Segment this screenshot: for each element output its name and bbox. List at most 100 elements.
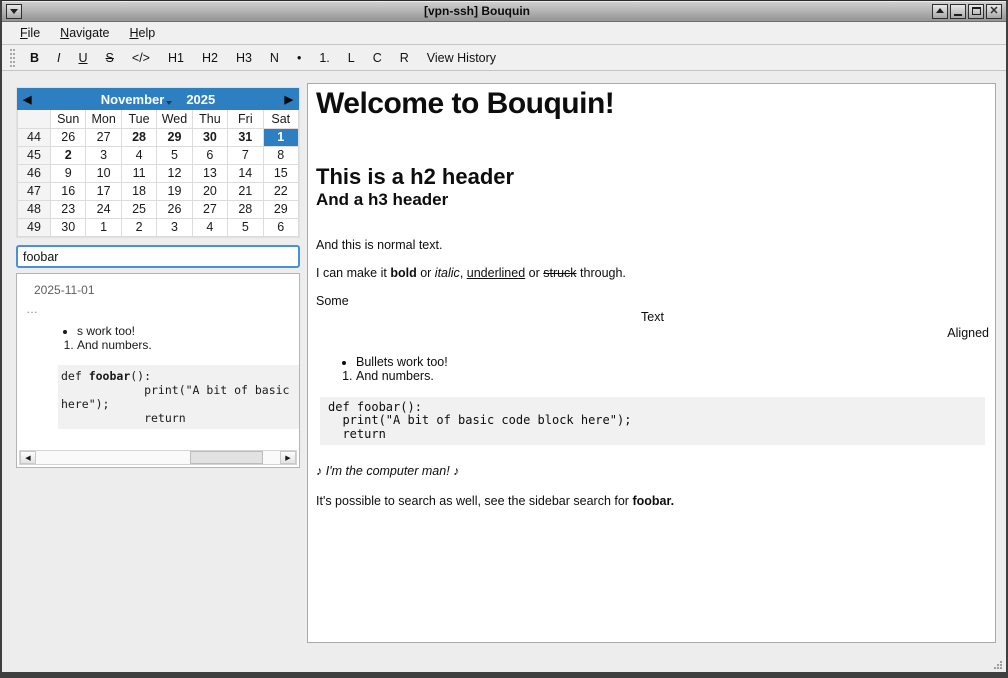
doc-numbered-list: And numbers. <box>316 369 989 384</box>
menu-help-label: elp <box>139 26 156 40</box>
day-cell[interactable]: 22 <box>263 182 298 200</box>
h2-button[interactable]: H2 <box>193 47 227 69</box>
week-number: 44 <box>18 128 51 146</box>
day-cell[interactable]: 26 <box>157 200 192 218</box>
maximize-button[interactable] <box>968 4 984 19</box>
day-cell[interactable]: 12 <box>157 164 192 182</box>
day-cell[interactable]: 29 <box>263 200 298 218</box>
toolbar-drag-handle[interactable] <box>10 49 15 67</box>
day-cell[interactable]: 5 <box>228 218 263 236</box>
search-results-panel[interactable]: 2025-11-01 … s work too! And numbers. de… <box>16 273 300 468</box>
calendar-month[interactable]: November <box>101 92 165 107</box>
day-cell[interactable]: 8 <box>263 146 298 164</box>
h3-button[interactable]: H3 <box>227 47 261 69</box>
day-cell[interactable]: 20 <box>192 182 227 200</box>
day-cell[interactable]: 6 <box>263 218 298 236</box>
menu-file-label: ile <box>28 26 41 40</box>
menu-help[interactable]: Help <box>120 22 166 44</box>
scroll-right-button[interactable]: ▶ <box>280 451 296 464</box>
day-cell[interactable]: 7 <box>228 146 263 164</box>
day-cell[interactable]: 18 <box>121 182 156 200</box>
day-cell[interactable]: 9 <box>51 164 86 182</box>
scroll-left-button[interactable]: ◀ <box>20 451 36 464</box>
calendar-widget: ◀ November2025 ▶ Sun Mon Tue Wed Thu Fri… <box>16 87 300 238</box>
result-date-link[interactable]: 2025-11-01 <box>34 283 299 297</box>
day-cell[interactable]: 30 <box>51 218 86 236</box>
italic-button[interactable]: I <box>48 47 69 69</box>
bold-button[interactable]: B <box>21 47 48 69</box>
shade-button[interactable] <box>932 4 948 19</box>
day-cell[interactable]: 15 <box>263 164 298 182</box>
normal-text-button[interactable]: N <box>261 47 288 69</box>
align-right-button[interactable]: R <box>391 47 418 69</box>
day-cell[interactable]: 1 <box>86 218 121 236</box>
day-cell[interactable]: 4 <box>121 146 156 164</box>
day-cell[interactable]: 4 <box>192 218 227 236</box>
code-button[interactable]: </> <box>123 47 159 69</box>
align-center-button[interactable]: C <box>364 47 391 69</box>
editor-area[interactable]: Welcome to Bouquin! This is a h2 header … <box>307 83 996 643</box>
window-title: [vpn-ssh] Bouquin <box>23 4 931 18</box>
bullet-list-button[interactable]: • <box>288 47 310 69</box>
view-history-button[interactable]: View History <box>418 47 505 69</box>
scrollbar-thumb[interactable] <box>190 451 263 464</box>
calendar-week-row: 48 23 24 25 26 27 28 29 <box>18 200 299 218</box>
scrollbar-track[interactable] <box>36 451 280 464</box>
italic-sample: italic <box>435 266 460 280</box>
calendar-title[interactable]: November 2025 <box>45 92 271 107</box>
day-cell[interactable]: 28 <box>228 200 263 218</box>
day-cell[interactable]: 23 <box>51 200 86 218</box>
menu-file[interactable]: File <box>10 22 50 44</box>
close-button[interactable]: ✕ <box>986 4 1002 19</box>
day-cell[interactable]: 25 <box>121 200 156 218</box>
doc-right-aligned: Aligned <box>316 326 989 341</box>
day-cell[interactable]: 21 <box>228 182 263 200</box>
numbered-list-button[interactable]: 1. <box>310 47 338 69</box>
horizontal-scrollbar[interactable]: ◀ ▶ <box>19 450 297 465</box>
day-cell-selected[interactable]: 1 <box>263 128 298 146</box>
menu-navigate[interactable]: Navigate <box>50 22 119 44</box>
doc-numbered-item: And numbers. <box>356 369 989 384</box>
week-number: 49 <box>18 218 51 236</box>
day-cell[interactable]: 2 <box>121 218 156 236</box>
day-cell[interactable]: 3 <box>86 146 121 164</box>
search-input[interactable] <box>16 245 300 268</box>
day-cell[interactable]: 6 <box>192 146 227 164</box>
day-cell[interactable]: 27 <box>86 128 121 146</box>
day-cell[interactable]: 24 <box>86 200 121 218</box>
month-dropdown-caret-icon <box>166 101 172 105</box>
doc-code-line: return <box>328 428 977 442</box>
day-cell[interactable]: 19 <box>157 182 192 200</box>
day-cell[interactable]: 27 <box>192 200 227 218</box>
doc-song-line: ♪ I'm the computer man! ♪ <box>316 464 989 479</box>
calendar-day-header-row: Sun Mon Tue Wed Thu Fri Sat <box>18 110 299 128</box>
calendar-year[interactable]: 2025 <box>186 92 215 107</box>
h1-button[interactable]: H1 <box>159 47 193 69</box>
day-cell[interactable]: 30 <box>192 128 227 146</box>
week-column-header <box>18 110 51 128</box>
day-cell[interactable]: 28 <box>121 128 156 146</box>
week-number: 45 <box>18 146 51 164</box>
day-cell[interactable]: 5 <box>157 146 192 164</box>
day-cell[interactable]: 16 <box>51 182 86 200</box>
calendar-week-row: 46 9 10 11 12 13 14 15 <box>18 164 299 182</box>
minimize-button[interactable] <box>950 4 966 19</box>
day-cell[interactable]: 29 <box>157 128 192 146</box>
day-cell[interactable]: 2 <box>51 146 86 164</box>
prev-month-button[interactable]: ◀ <box>23 93 45 106</box>
align-left-button[interactable]: L <box>339 47 364 69</box>
day-cell[interactable]: 31 <box>228 128 263 146</box>
day-cell[interactable]: 26 <box>51 128 86 146</box>
result-numbered-list: And numbers. <box>17 338 299 352</box>
next-month-button[interactable]: ▶ <box>271 93 293 106</box>
resize-grip[interactable] <box>993 660 1003 670</box>
strikethrough-button[interactable]: S <box>97 47 123 69</box>
day-cell[interactable]: 13 <box>192 164 227 182</box>
day-cell[interactable]: 3 <box>157 218 192 236</box>
day-cell[interactable]: 11 <box>121 164 156 182</box>
underline-button[interactable]: U <box>70 47 97 69</box>
day-cell[interactable]: 10 <box>86 164 121 182</box>
day-cell[interactable]: 14 <box>228 164 263 182</box>
day-cell[interactable]: 17 <box>86 182 121 200</box>
window-menu-button[interactable] <box>6 4 22 19</box>
